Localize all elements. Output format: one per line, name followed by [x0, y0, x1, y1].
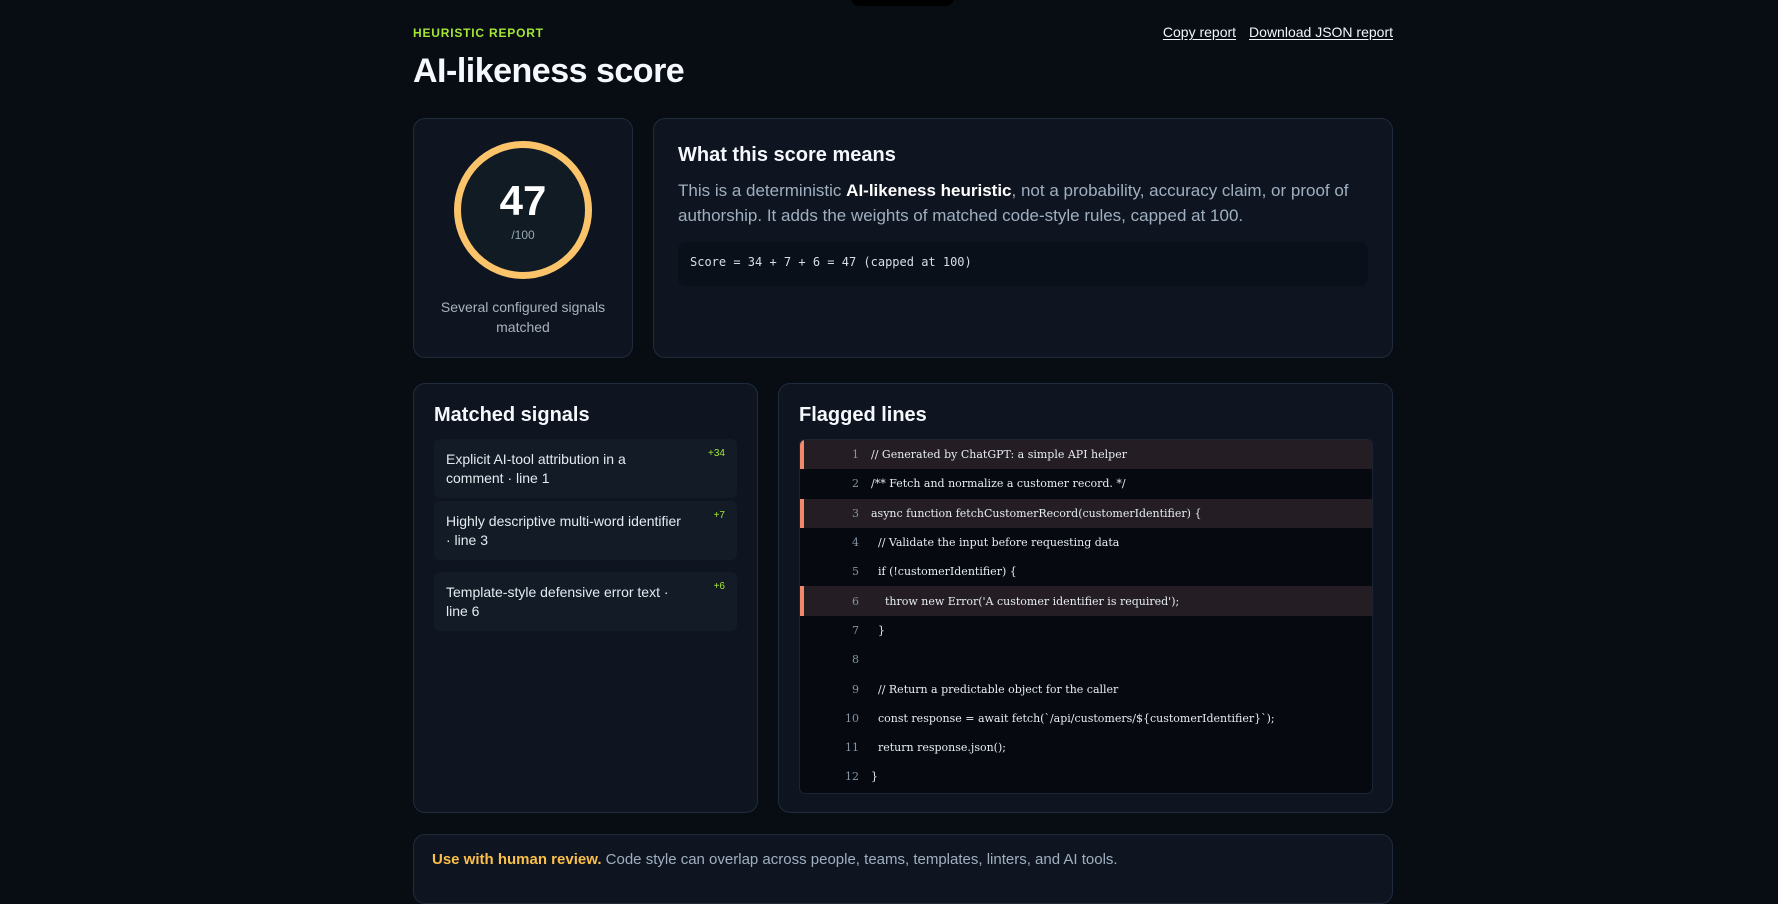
flagged-heading: Flagged lines: [799, 404, 927, 426]
code-line: 10 const response = await fetch(`/api/cu…: [800, 704, 1372, 733]
notice-emphasis: Use with human review.: [432, 851, 602, 868]
line-code: if (!customerIdentifier) {: [871, 565, 1017, 579]
line-number: 12: [845, 770, 859, 784]
code-line: 12}: [800, 762, 1372, 791]
line-code: const response = await fetch(`/api/custo…: [871, 711, 1275, 725]
line-number: 5: [852, 565, 859, 579]
score-caption: Several configured signals matched: [440, 299, 606, 335]
signal-label: Highly descriptive multi-word identifier…: [446, 513, 681, 548]
signal-weight: +7: [713, 510, 725, 521]
line-code: }: [871, 770, 878, 784]
human-review-notice: Use with human review. Code style can ov…: [413, 834, 1393, 904]
explanation-text-emphasis: AI-likeness heuristic: [846, 181, 1012, 200]
score-value: 47: [499, 177, 547, 224]
line-number: 6: [852, 594, 859, 608]
line-number: 9: [852, 682, 859, 696]
signals-heading: Matched signals: [434, 404, 590, 426]
line-code: }: [871, 623, 885, 637]
line-number: 10: [845, 711, 859, 725]
code-viewer: 1 // Generated by ChatGPT: a simple API h…: [799, 439, 1373, 794]
code-line: 8: [800, 645, 1372, 674]
matched-signals-card: Matched signals Explicit AI-tool attribu…: [413, 383, 758, 813]
score-max: /100: [511, 228, 535, 242]
signal-item: Template-style defensive error text · li…: [434, 572, 737, 631]
signal-item: Explicit AI-tool attribution in a commen…: [434, 439, 737, 498]
code-line: 2 /** Fetch and normalize a customer reco…: [800, 469, 1372, 498]
score-ring: 47 /100: [454, 141, 592, 279]
code-line: 4 // Validate the input before requestin…: [800, 528, 1372, 557]
copy-report-link[interactable]: Copy report: [1163, 24, 1236, 40]
explanation-heading: What this score means: [678, 144, 896, 166]
explanation-text: This is a deterministic AI-likeness heur…: [678, 178, 1368, 228]
notice-text: Use with human review. Code style can ov…: [432, 851, 1118, 868]
line-number: 1: [852, 448, 859, 462]
report-actions: Copy report Download JSON report: [1163, 24, 1393, 40]
flagged-code-line: 1 // Generated by ChatGPT: a simple API h…: [800, 440, 1372, 470]
line-code: async function fetchCustomerRecord(custo…: [871, 506, 1202, 520]
score-formula: Score = 34 + 7 + 6 = 47 (capped at 100): [678, 242, 1368, 286]
page-title: AI-likeness score: [413, 52, 685, 90]
line-number: 4: [852, 536, 859, 550]
line-code: throw new Error('A customer identifier i…: [871, 594, 1180, 608]
signal-weight: +6: [713, 581, 725, 592]
signal-label: Template-style defensive error text · li…: [446, 584, 669, 619]
line-code: // Generated by ChatGPT: a simple API he…: [871, 448, 1127, 462]
code-line: 7 }: [800, 616, 1372, 645]
download-json-link[interactable]: Download JSON report: [1249, 24, 1393, 40]
report-eyebrow: HEURISTIC REPORT: [413, 26, 544, 40]
signal-item: Highly descriptive multi-word identifier…: [434, 501, 737, 560]
line-code: return response.json();: [871, 741, 1006, 755]
line-number: 11: [845, 741, 859, 755]
flagged-code-line: 3 async function fetchCustomerRecord(cust…: [800, 498, 1372, 528]
signal-label: Explicit AI-tool attribution in a commen…: [446, 451, 626, 486]
line-number: 2: [852, 477, 859, 491]
line-code: /** Fetch and normalize a customer recor…: [871, 477, 1126, 491]
score-explanation-card: What this score means This is a determin…: [653, 118, 1393, 358]
notice-body: Code style can overlap across people, te…: [601, 851, 1118, 868]
report-container: HEURISTIC REPORT Copy report Download JS…: [413, 0, 1393, 904]
line-code: // Validate the input before requesting …: [871, 536, 1120, 550]
explanation-text-start: This is a deterministic: [678, 181, 847, 200]
code-line: 5 if (!customerIdentifier) {: [800, 557, 1372, 586]
line-number: 3: [852, 506, 859, 520]
score-card: 47 /100 Several configured signals match…: [413, 118, 633, 358]
code-line: 9 // Return a predictable object for the…: [800, 674, 1372, 703]
flagged-lines-card: Flagged lines 1 // Generated by ChatGPT: …: [778, 383, 1393, 813]
line-number: 8: [852, 653, 859, 667]
flagged-code-line: 6 throw new Error('A customer identifier…: [800, 586, 1372, 616]
line-number: 7: [852, 623, 859, 637]
code-line: 11 return response.json();: [800, 733, 1372, 762]
signal-weight: +34: [708, 448, 725, 459]
line-code: // Return a predictable object for the c…: [871, 682, 1119, 696]
